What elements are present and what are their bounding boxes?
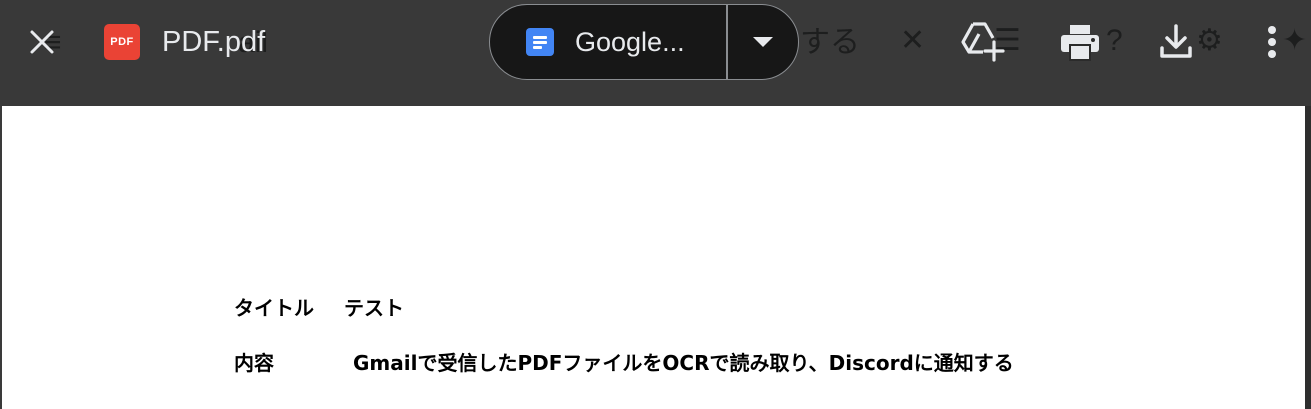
document-key-content: 内容 — [234, 351, 274, 375]
more-options-button[interactable] — [1248, 18, 1296, 66]
document-key-title: タイトル — [234, 296, 314, 320]
open-with-dropdown-button[interactable] — [728, 5, 799, 79]
caret-down-icon — [752, 37, 773, 47]
drive-add-icon — [961, 22, 1005, 62]
open-with-control: Google... — [489, 4, 799, 80]
document-value-title: テスト — [344, 296, 404, 320]
print-button[interactable] — [1056, 18, 1104, 66]
printer-icon — [1061, 25, 1099, 61]
more-vert-icon — [1268, 26, 1276, 58]
download-button[interactable] — [1152, 18, 1200, 66]
add-to-drive-button[interactable] — [958, 18, 1006, 66]
document-value-content: Gmailで受信したPDFファイルをOCRで読み取り、Discordに通知する — [353, 351, 1014, 375]
close-icon — [30, 30, 54, 54]
page-edge-left — [0, 106, 2, 409]
file-name: PDF.pdf — [162, 26, 266, 58]
page-edge-right — [1305, 106, 1311, 409]
google-docs-icon — [526, 28, 554, 56]
open-with-button[interactable]: Google... — [490, 5, 726, 79]
download-icon — [1160, 24, 1192, 58]
pdf-file-icon: PDF — [104, 24, 140, 60]
open-with-label: Google... — [575, 26, 685, 57]
close-viewer-button[interactable] — [22, 22, 62, 62]
viewer-top-bar: PDF PDF.pdf Google... — [0, 0, 1311, 106]
